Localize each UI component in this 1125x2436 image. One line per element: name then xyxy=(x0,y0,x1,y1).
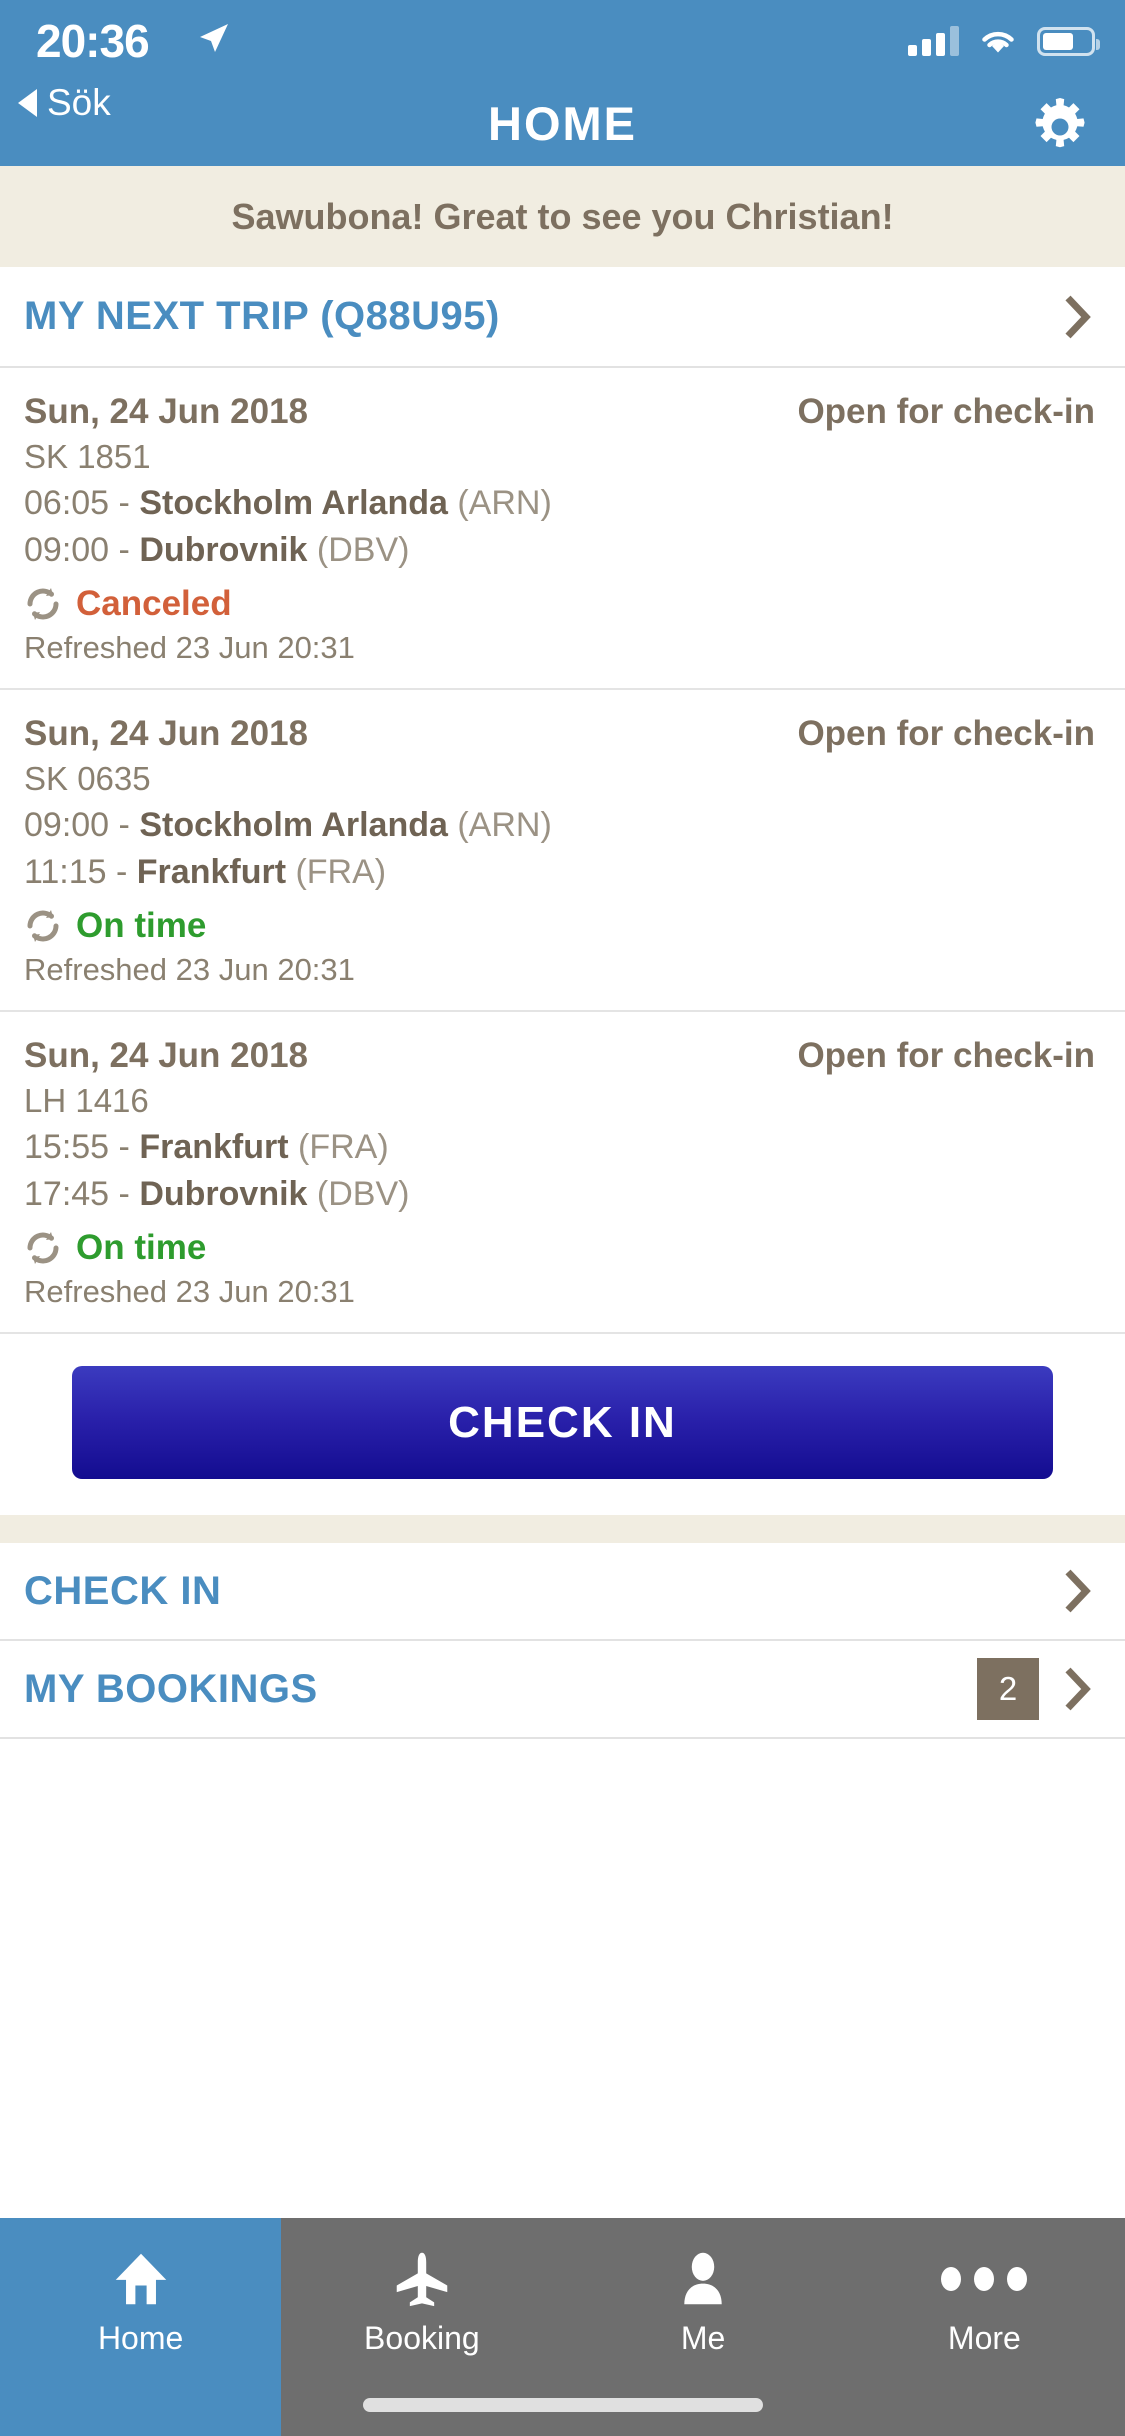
bookings-count-badge: 2 xyxy=(977,1658,1039,1720)
flight-card[interactable]: Sun, 24 Jun 2018 Open for check-in LH 14… xyxy=(0,1012,1125,1334)
section-divider-band xyxy=(0,1515,1125,1543)
greeting-banner: Sawubona! Great to see you Christian! xyxy=(0,166,1125,267)
flight-number: LH 1416 xyxy=(24,1082,149,1119)
my-next-trip-row[interactable]: MY NEXT TRIP (Q88U95) xyxy=(0,267,1125,368)
flight-status-text: On time xyxy=(76,1228,207,1267)
arrival-code: (DBV) xyxy=(316,531,410,569)
flight-arrival: 11:15 - Frankfurt (FRA) xyxy=(24,853,387,891)
flight-status-text: On time xyxy=(76,906,207,945)
flight-status: On time xyxy=(24,1228,1095,1268)
departure-code: (ARN) xyxy=(457,806,552,844)
flight-refreshed: Refreshed 23 Jun 20:31 xyxy=(24,630,355,665)
flight-number: SK 1851 xyxy=(24,438,151,475)
ellipsis-icon xyxy=(941,2248,1028,2310)
check-in-button[interactable]: CHECK IN xyxy=(72,1366,1053,1479)
location-arrow-icon xyxy=(196,22,230,56)
flight-checkin-status: Open for check-in xyxy=(797,392,1095,431)
flight-header: Sun, 24 Jun 2018 Open for check-in xyxy=(24,714,1095,754)
departure-time: 09:00 xyxy=(24,806,110,844)
content-filler xyxy=(0,1739,1125,2218)
cellular-signal-icon xyxy=(908,26,959,56)
flight-departure: 15:55 - Frankfurt (FRA) xyxy=(24,1128,389,1166)
refresh-icon[interactable] xyxy=(24,1229,62,1267)
flight-card[interactable]: Sun, 24 Jun 2018 Open for check-in SK 18… xyxy=(0,368,1125,690)
battery-icon xyxy=(1037,26,1100,56)
gear-icon[interactable] xyxy=(1031,98,1089,156)
chevron-right-icon xyxy=(1065,1667,1091,1711)
menu-row-label: CHECK IN xyxy=(24,1568,222,1613)
arrival-time: 11:15 xyxy=(24,853,107,891)
flight-header: Sun, 24 Jun 2018 Open for check-in xyxy=(24,392,1095,432)
arrival-code: (DBV) xyxy=(316,1175,410,1213)
flight-date: Sun, 24 Jun 2018 xyxy=(24,392,309,431)
chevron-right-icon xyxy=(1065,295,1091,339)
chevron-right-icon xyxy=(1065,1569,1091,1613)
arrival-city: Dubrovnik xyxy=(139,531,308,569)
status-bar-icons xyxy=(908,26,1100,56)
flight-refreshed: Refreshed 23 Jun 20:31 xyxy=(24,1274,355,1309)
tab-me-label: Me xyxy=(680,2320,726,2356)
arrival-code: (FRA) xyxy=(295,853,387,891)
home-indicator xyxy=(362,2398,763,2412)
departure-code: (FRA) xyxy=(298,1128,389,1166)
airplane-icon xyxy=(393,2248,451,2310)
app-screen: 20:36 Sök HOME Sawubona! Great to see yo… xyxy=(0,0,1125,2436)
departure-time: 06:05 xyxy=(24,484,110,522)
tab-home[interactable]: Home xyxy=(0,2218,282,2436)
menu-row-label: MY BOOKINGS xyxy=(24,1666,318,1711)
menu-row-check-in[interactable]: CHECK IN xyxy=(0,1543,1125,1641)
greeting-text: Sawubona! Great to see you Christian! xyxy=(231,195,894,237)
flight-date: Sun, 24 Jun 2018 xyxy=(24,714,309,753)
flight-status-text: Canceled xyxy=(76,584,232,623)
app-header: 20:36 Sök HOME xyxy=(0,0,1125,166)
wifi-icon xyxy=(979,26,1017,56)
flight-checkin-status: Open for check-in xyxy=(797,714,1095,753)
menu-row-my-bookings[interactable]: MY BOOKINGS 2 xyxy=(0,1641,1125,1739)
departure-city: Stockholm Arlanda xyxy=(139,484,448,522)
tab-more-label: More xyxy=(947,2320,1021,2356)
flight-date: Sun, 24 Jun 2018 xyxy=(24,1036,309,1075)
flight-card[interactable]: Sun, 24 Jun 2018 Open for check-in SK 06… xyxy=(0,690,1125,1012)
flight-refreshed: Refreshed 23 Jun 20:31 xyxy=(24,952,355,987)
page-title: HOME xyxy=(488,97,637,150)
my-next-trip-label: MY NEXT TRIP (Q88U95) xyxy=(24,294,500,338)
bottom-tab-bar: Home Booking Me More xyxy=(0,2218,1125,2436)
departure-time: 15:55 xyxy=(24,1128,110,1166)
arrival-city: Frankfurt xyxy=(136,853,287,891)
departure-city: Frankfurt xyxy=(139,1128,289,1166)
refresh-icon[interactable] xyxy=(24,585,62,623)
flight-number: SK 0635 xyxy=(24,760,151,797)
flight-status: On time xyxy=(24,906,1095,946)
flight-header: Sun, 24 Jun 2018 Open for check-in xyxy=(24,1036,1095,1076)
person-icon xyxy=(674,2248,732,2310)
flight-status: Canceled xyxy=(24,584,1095,624)
arrival-time: 09:00 xyxy=(24,531,110,569)
departure-code: (ARN) xyxy=(457,484,552,522)
flight-arrival: 09:00 - Dubrovnik (DBV) xyxy=(24,531,410,569)
tab-more[interactable]: More xyxy=(844,2218,1125,2436)
tab-home-label: Home xyxy=(97,2320,184,2356)
flight-arrival: 17:45 - Dubrovnik (DBV) xyxy=(24,1175,410,1213)
departure-city: Stockholm Arlanda xyxy=(139,806,448,844)
status-bar-time: 20:36 xyxy=(36,15,150,67)
status-bar: 20:36 xyxy=(0,0,1125,92)
flight-checkin-status: Open for check-in xyxy=(797,1036,1095,1075)
refresh-icon[interactable] xyxy=(24,907,62,945)
tab-booking-label: Booking xyxy=(364,2320,480,2356)
flight-departure: 06:05 - Stockholm Arlanda (ARN) xyxy=(24,484,552,522)
arrival-time: 17:45 xyxy=(24,1175,110,1213)
primary-action-area: CHECK IN xyxy=(0,1334,1125,1515)
home-icon xyxy=(112,2248,170,2310)
arrival-city: Dubrovnik xyxy=(139,1175,308,1213)
flight-departure: 09:00 - Stockholm Arlanda (ARN) xyxy=(24,806,552,844)
